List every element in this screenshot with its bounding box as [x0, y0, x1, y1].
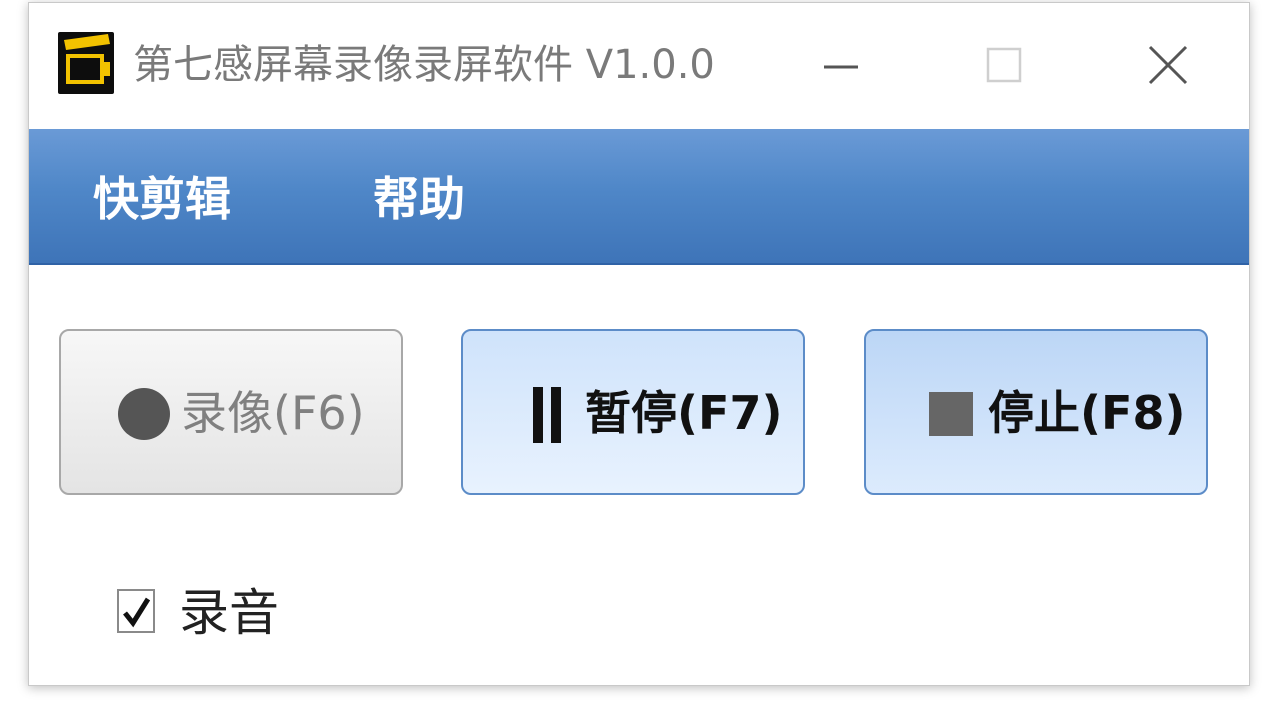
menu-bar: 快剪辑 帮助	[29, 129, 1249, 265]
record-audio-label: 录音	[179, 584, 279, 642]
pause-button-label: 暂停(F7)	[585, 386, 783, 440]
pause-icon	[531, 385, 565, 449]
close-icon	[1148, 45, 1188, 85]
stop-square-icon	[928, 391, 974, 441]
menu-item-quick-edit[interactable]: 快剪辑	[93, 169, 231, 229]
title-bar[interactable]: 第七感屏幕录像录屏软件 V1.0.0	[29, 3, 1249, 129]
app-window: 第七感屏幕录像录屏软件 V1.0.0 快剪辑 帮助 录像(F6) 暂停(F7) …	[28, 2, 1250, 686]
window-title: 第七感屏幕录像录屏软件 V1.0.0	[133, 42, 715, 88]
checkbox-box[interactable]	[117, 589, 155, 633]
minimize-button[interactable]	[806, 33, 876, 99]
stop-button[interactable]: 停止(F8)	[864, 329, 1208, 495]
minimize-icon	[824, 65, 858, 69]
record-circle-icon	[117, 387, 171, 445]
checkmark-icon	[123, 597, 151, 628]
maximize-button[interactable]	[969, 33, 1039, 99]
stop-button-label: 停止(F8)	[988, 386, 1186, 440]
film-clapper-icon	[58, 32, 114, 94]
maximize-icon	[986, 47, 1022, 83]
record-button[interactable]: 录像(F6)	[59, 329, 403, 495]
close-button[interactable]	[1133, 33, 1203, 99]
menu-item-help[interactable]: 帮助	[373, 169, 465, 229]
pause-button[interactable]: 暂停(F7)	[461, 329, 805, 495]
record-button-label: 录像(F6)	[181, 386, 365, 440]
